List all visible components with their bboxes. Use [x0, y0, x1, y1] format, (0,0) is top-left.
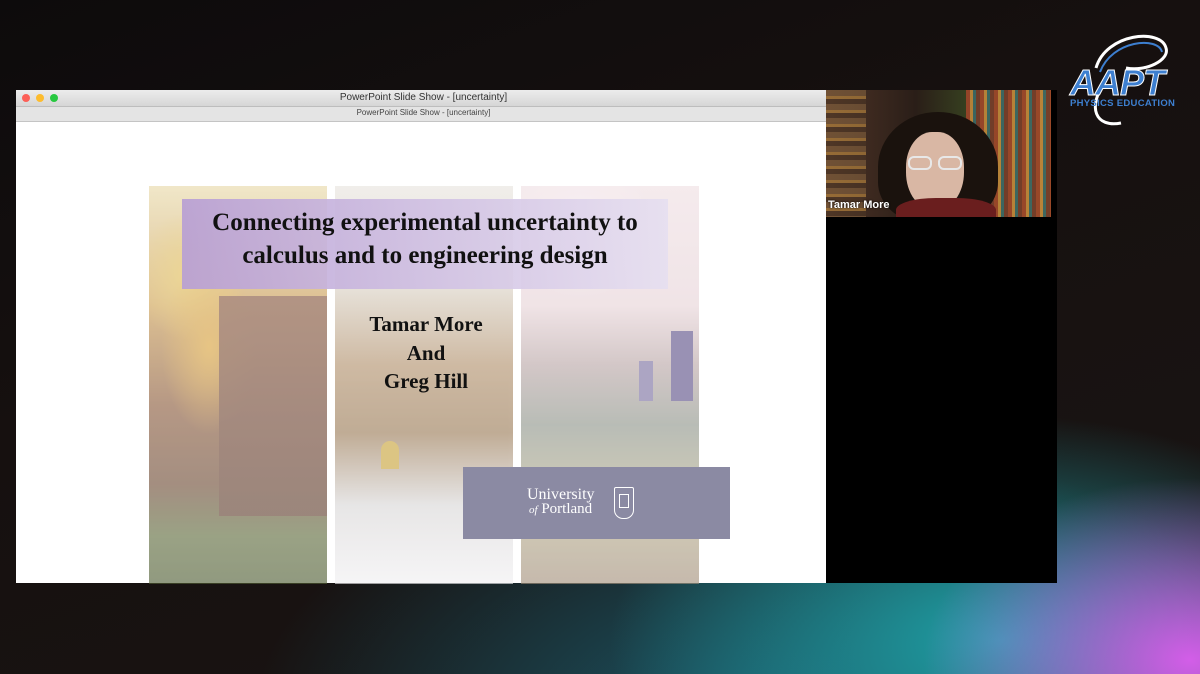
slide-title: Connecting experimental uncertainty to c… — [212, 209, 638, 269]
university-of: of — [529, 504, 538, 516]
slide[interactable]: Connecting experimental uncertainty to c… — [16, 122, 831, 584]
university-line1: University — [527, 486, 595, 503]
university-seal-icon — [614, 487, 634, 519]
window-titlebar[interactable]: PowerPoint Slide Show - [uncertainty] — [16, 90, 831, 107]
aapt-logo: AAPT PHYSICS EDUCATION — [1066, 28, 1182, 128]
university-line2: of Portland — [527, 502, 595, 518]
logo-tagline: PHYSICS EDUCATION — [1070, 98, 1176, 109]
participant-video[interactable] — [826, 90, 1051, 217]
author-conjunction: And — [406, 340, 446, 365]
slideshow-subtitle: PowerPoint Slide Show - [uncertainty] — [356, 108, 491, 117]
author-1: Tamar More — [369, 312, 483, 336]
university-portland: Portland — [541, 501, 593, 517]
slideshow-subbar: PowerPoint Slide Show - [uncertainty] — [16, 107, 831, 122]
glasses-icon — [904, 156, 966, 170]
window-title: PowerPoint Slide Show - [uncertainty] — [339, 92, 508, 103]
author-2: Greg Hill — [383, 369, 469, 393]
slide-authors: Tamar More And Greg Hill — [336, 310, 516, 396]
university-name: University of Portland — [527, 487, 595, 518]
university-logo-box: University of Portland — [463, 467, 730, 539]
powerpoint-window: PowerPoint Slide Show - [uncertainty] Po… — [16, 90, 831, 584]
participant-name-tag: Tamar More — [828, 199, 890, 211]
